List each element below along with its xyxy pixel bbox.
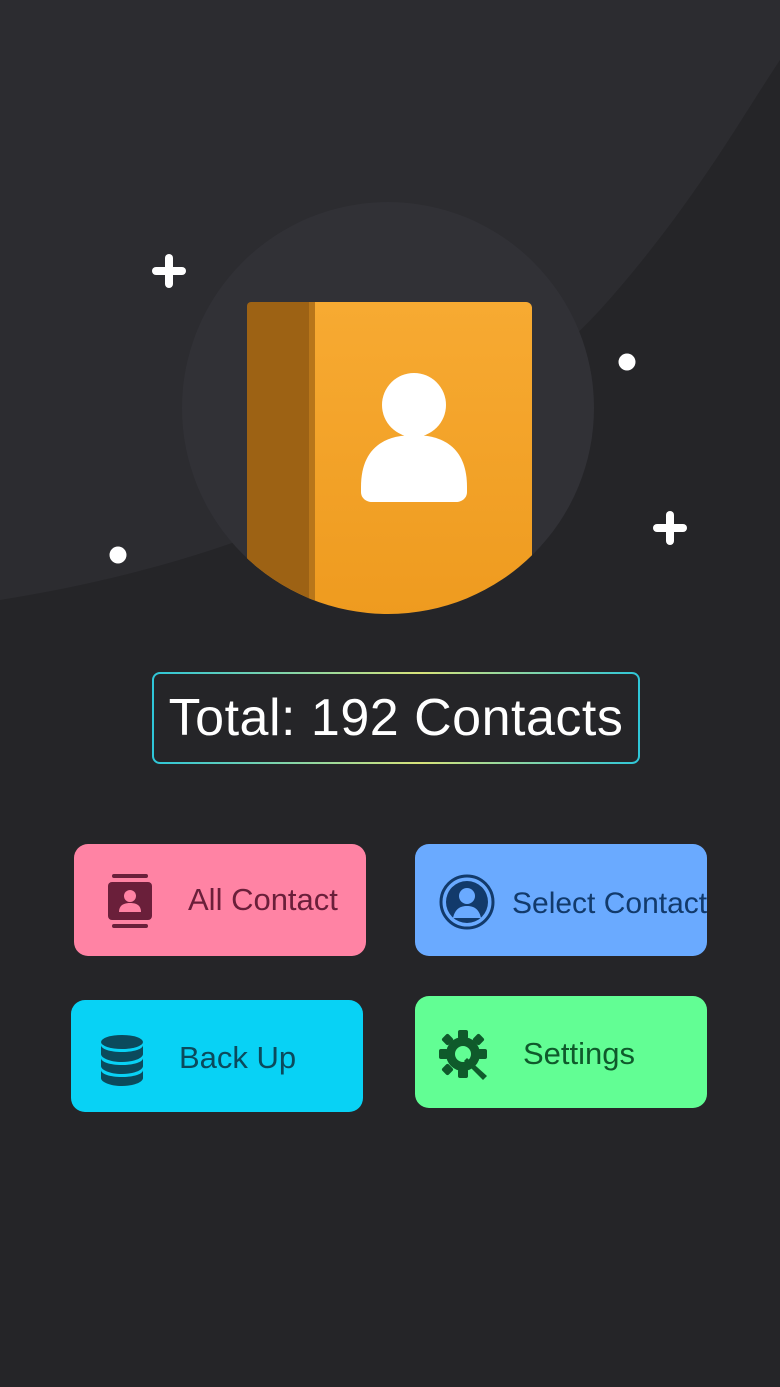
hero-circle <box>182 202 594 614</box>
dot-sparkle-icon <box>109 546 127 564</box>
total-contacts-label: Total: 192 Contacts <box>168 689 624 747</box>
contact-book-icon <box>104 874 156 928</box>
user-circle-icon <box>439 874 495 930</box>
database-icon <box>99 1034 145 1086</box>
plus-sparkle-icon <box>653 511 687 545</box>
gear-wrench-icon <box>437 1028 491 1082</box>
select-contact-button[interactable]: Select Contact <box>415 844 707 956</box>
home-screen: Total: 192 Contacts All Contact Select C… <box>0 0 780 1387</box>
select-contact-label: Select Contact <box>512 887 708 920</box>
total-contacts-box: Total: 192 Contacts <box>152 672 640 764</box>
back-up-label: Back Up <box>179 1040 297 1075</box>
back-up-button[interactable]: Back Up <box>71 1000 363 1112</box>
plus-sparkle-icon <box>152 254 186 288</box>
settings-button[interactable]: Settings <box>415 996 707 1108</box>
all-contact-label: All Contact <box>188 882 338 917</box>
contact-book-logo-icon <box>247 302 532 614</box>
all-contact-button[interactable]: All Contact <box>74 844 366 956</box>
settings-label: Settings <box>523 1036 636 1071</box>
dot-sparkle-icon <box>618 353 636 371</box>
